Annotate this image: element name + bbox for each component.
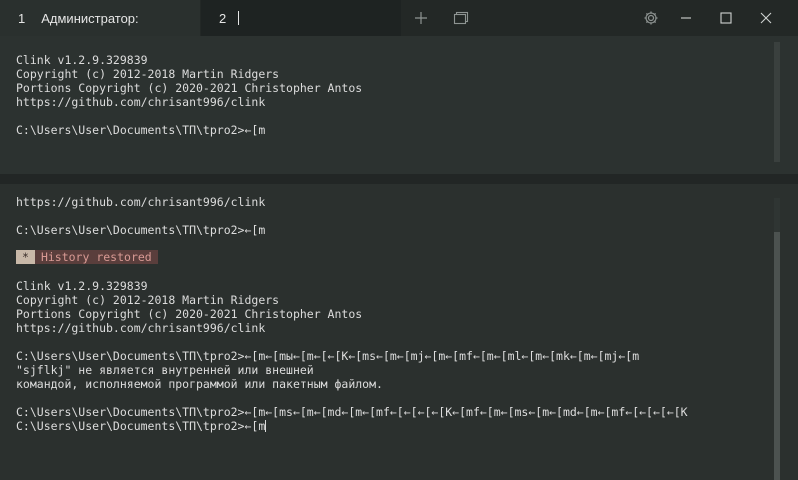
tab-number: 2 — [219, 10, 227, 26]
terminal-prompt: C:\Users\User\Documents\ТП\tpro2>←[m — [16, 223, 266, 237]
terminal-line: Copyright (c) 2012-2018 Martin Ridgers — [16, 293, 280, 307]
tab-1[interactable]: 1 Администратор: — [0, 0, 200, 36]
pane-divider[interactable] — [0, 174, 798, 184]
tab-rename-cursor — [238, 11, 240, 25]
plus-icon — [415, 12, 427, 24]
scrollbar-thumb[interactable] — [774, 232, 780, 480]
badge-star: * — [16, 250, 35, 264]
terminal-line: https://github.com/chrisant996/clink — [16, 195, 266, 209]
scrollbar[interactable] — [774, 198, 780, 480]
text-cursor — [265, 420, 267, 432]
close-button[interactable] — [756, 0, 776, 36]
close-icon — [760, 12, 772, 24]
terminal-pane-bottom[interactable]: https://github.com/chrisant996/clink C:\… — [0, 184, 798, 480]
scrollbar[interactable] — [774, 42, 780, 162]
terminal-prompt: C:\Users\User\Documents\ТП\tpro2>←[m — [16, 419, 267, 433]
terminal-line: Copyright (c) 2012-2018 Martin Ridgers — [16, 67, 280, 81]
maximize-button[interactable] — [716, 0, 736, 36]
terminal-line: C:\Users\User\Documents\ТП\tpro2>←[m←[mы… — [16, 349, 640, 363]
minimize-button[interactable] — [676, 0, 696, 36]
badge-text: History restored — [34, 250, 158, 264]
terminal-line: https://github.com/chrisant996/clink — [16, 95, 266, 109]
history-restored-badge: * History restored — [16, 250, 158, 264]
gear-icon — [644, 11, 658, 25]
minimize-icon — [681, 17, 691, 19]
terminal-line: Portions Copyright (c) 2020-2021 Christo… — [16, 81, 363, 95]
terminal-prompt-text: C:\Users\User\Documents\ТП\tpro2>←[m — [16, 419, 266, 433]
terminal-line: Portions Copyright (c) 2020-2021 Christo… — [16, 307, 363, 321]
tab-switcher-button[interactable] — [448, 0, 474, 36]
terminal-prompt: C:\Users\User\Documents\ТП\tpro2>←[m — [16, 123, 266, 137]
maximize-icon — [720, 12, 732, 24]
tab-2[interactable]: 2 — [201, 0, 401, 36]
terminal-line: https://github.com/chrisant996/clink — [16, 321, 266, 335]
terminal-line: Clink v1.2.9.329839 — [16, 279, 148, 293]
terminal-line: Clink v1.2.9.329839 — [16, 53, 148, 67]
overview-icon — [453, 11, 469, 25]
terminal-pane-top[interactable]: Clink v1.2.9.329839 Copyright (c) 2012-2… — [0, 36, 798, 174]
terminal-line: командой, исполняемой программой или пак… — [16, 377, 383, 391]
settings-button[interactable] — [638, 0, 664, 36]
terminal-line: "sjflkj" не является внутренней или внеш… — [16, 363, 314, 377]
tab-number: 1 — [18, 10, 26, 26]
tab-label: Администратор: — [41, 10, 139, 26]
new-tab-button[interactable] — [408, 0, 434, 36]
terminal-line: C:\Users\User\Documents\ТП\tpro2>←[m←[ms… — [16, 405, 688, 419]
title-bar: 1 Администратор: 2 — [0, 0, 798, 36]
